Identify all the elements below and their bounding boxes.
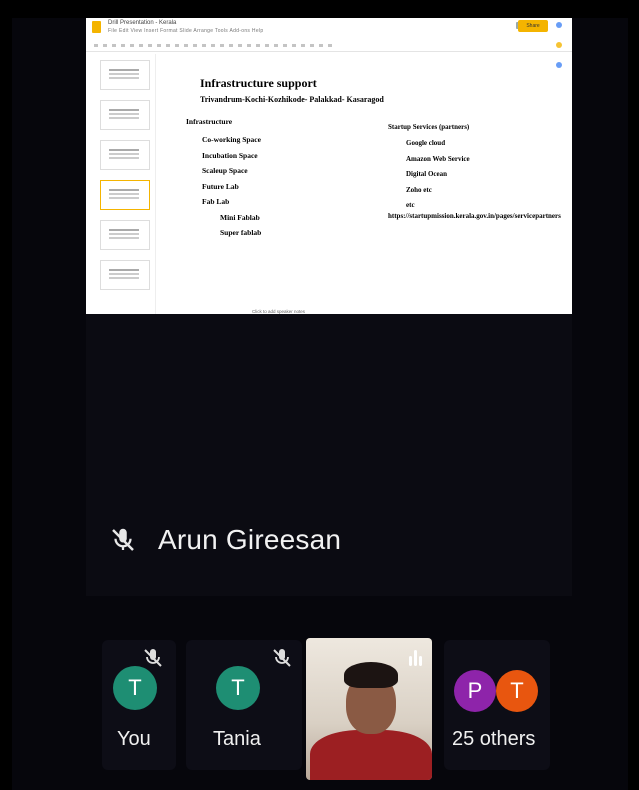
share-button[interactable]: Share bbox=[518, 20, 548, 32]
presenter-label: Arun Gireesan bbox=[108, 524, 341, 556]
partners-list: Google cloud Amazon Web Service Digital … bbox=[406, 136, 470, 214]
menu-bar: File Edit View Insert Format Slide Arran… bbox=[108, 28, 264, 34]
participant-label: You bbox=[117, 728, 151, 750]
mic-off-icon bbox=[144, 649, 162, 667]
participant-video-tile[interactable] bbox=[306, 638, 432, 780]
slide-thumbnail-active[interactable] bbox=[100, 180, 150, 210]
list-item: Scaleup Space bbox=[202, 166, 248, 175]
slide-thumbnail[interactable] bbox=[100, 100, 150, 130]
current-slide: Infrastructure support Trivandrum-Kochi-… bbox=[172, 58, 562, 288]
participant-label: 25 others bbox=[452, 728, 536, 750]
list-item: Google cloud bbox=[406, 139, 446, 147]
avatar: T bbox=[496, 670, 538, 712]
partners-url: https://startupmission.kerala.gov.in/pag… bbox=[388, 212, 561, 220]
toolbar bbox=[86, 40, 572, 52]
list-item: Zoho etc bbox=[406, 185, 432, 194]
video-person-hair bbox=[344, 662, 398, 688]
partners-heading: Startup Services (partners) bbox=[388, 123, 470, 131]
toolbar-buttons[interactable] bbox=[94, 44, 334, 47]
list-item: Amazon Web Service bbox=[406, 154, 470, 163]
list-item: Future Lab bbox=[202, 181, 239, 191]
slide-title: Infrastructure support bbox=[200, 76, 317, 90]
list-item: Super fablab bbox=[220, 228, 262, 237]
calendar-icon[interactable] bbox=[556, 22, 562, 28]
infra-heading: Infrastructure bbox=[186, 117, 233, 126]
tasks-icon[interactable] bbox=[556, 62, 562, 68]
side-panel-icons bbox=[556, 22, 566, 82]
video-person-body bbox=[310, 730, 432, 780]
avatar: T bbox=[113, 666, 157, 710]
audio-level-icon bbox=[409, 650, 422, 666]
slide-thumbnail[interactable] bbox=[100, 220, 150, 250]
slides-title-bar: Drill Presentation - Kerala File Edit Vi… bbox=[86, 18, 572, 40]
mic-off-icon bbox=[112, 528, 134, 551]
slide-thumbnail[interactable] bbox=[100, 260, 150, 290]
slide-subtitle: Trivandrum-Kochi-Kozhikode- Palakkad- Ka… bbox=[200, 95, 384, 104]
avatar: T bbox=[216, 666, 260, 710]
list-item: Mini Fablab bbox=[220, 212, 260, 222]
presenter-name: Arun Gireesan bbox=[158, 524, 342, 555]
slide-filmstrip bbox=[86, 54, 156, 314]
slide-thumbnail[interactable] bbox=[100, 140, 150, 170]
avatar: P bbox=[454, 670, 496, 712]
shared-screen: Drill Presentation - Kerala File Edit Vi… bbox=[86, 18, 572, 314]
list-item: Co-working Space bbox=[202, 135, 261, 144]
infra-list: Co-working Space Incubation Space Scaleu… bbox=[202, 132, 261, 241]
mic-off-icon bbox=[273, 649, 291, 667]
list-item: Digital Ocean bbox=[406, 170, 448, 178]
participant-label: Tania bbox=[213, 728, 261, 750]
doc-name: Drill Presentation - Kerala bbox=[108, 20, 177, 26]
slides-doc-icon bbox=[92, 21, 101, 33]
slide-thumbnail[interactable] bbox=[100, 60, 150, 90]
list-item: Fab Lab bbox=[202, 197, 230, 206]
keep-icon[interactable] bbox=[556, 42, 562, 48]
list-item: Incubation Space bbox=[202, 150, 258, 160]
